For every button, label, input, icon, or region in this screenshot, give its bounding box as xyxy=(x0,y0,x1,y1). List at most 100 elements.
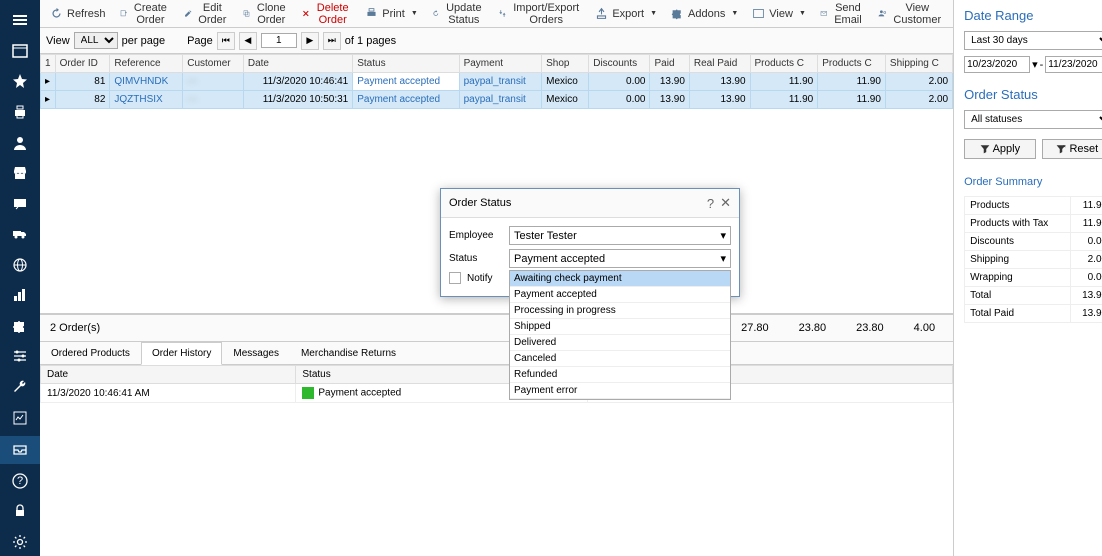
col-expand[interactable]: 1 xyxy=(41,55,56,73)
print-icon[interactable] xyxy=(0,98,40,127)
grid-footer: 2 Order(s) 0.0027.8027.8023.8023.804.00 xyxy=(40,314,953,342)
chart-icon[interactable] xyxy=(0,281,40,310)
status-filter-select[interactable]: All statuses xyxy=(964,110,1102,129)
apply-button[interactable]: Apply xyxy=(964,139,1036,159)
col-payment[interactable]: Payment xyxy=(459,55,542,73)
chart2-icon[interactable] xyxy=(0,403,40,432)
truck-icon[interactable] xyxy=(0,220,40,249)
summary-row: Products11.90 xyxy=(965,197,1102,215)
status-option[interactable]: Awaiting check payment xyxy=(510,271,730,287)
table-row[interactable]: ▸81QIMVHNDK—11/3/2020 10:46:41Payment ac… xyxy=(41,73,953,91)
modal-close-icon[interactable]: ✕ xyxy=(720,195,731,211)
star-icon[interactable] xyxy=(0,67,40,96)
status-option[interactable]: Refunded xyxy=(510,367,730,383)
main: Refresh Create Order Edit Order Clone Or… xyxy=(40,0,953,556)
svg-text:?: ? xyxy=(17,475,23,487)
col-discounts[interactable]: Discounts xyxy=(589,55,650,73)
print-button[interactable]: Print▼ xyxy=(359,4,424,23)
col-reference[interactable]: Reference xyxy=(110,55,183,73)
history-grid: Date Status Employee 11/3/2020 10:46:41 … xyxy=(40,365,953,556)
edit-order-button[interactable]: Edit Order xyxy=(178,0,235,29)
next-page-button[interactable]: ▶ xyxy=(301,32,319,50)
puzzle-icon[interactable] xyxy=(0,312,40,341)
inbox-icon[interactable] xyxy=(0,436,40,465)
grid-header-row: 1 Order ID Reference Customer Date Statu… xyxy=(41,55,953,73)
first-page-button[interactable]: ⏮ xyxy=(217,32,235,50)
status-option[interactable]: Payment accepted xyxy=(510,287,730,303)
view-customer-button[interactable]: View Customer xyxy=(872,0,949,29)
prev-page-button[interactable]: ◀ xyxy=(239,32,257,50)
wrench-icon[interactable] xyxy=(0,373,40,402)
sliders-icon[interactable] xyxy=(0,342,40,371)
summary-row: Total Paid13.90 xyxy=(965,305,1102,323)
person-icon[interactable] xyxy=(0,128,40,157)
summary-row: Discounts0.00 xyxy=(965,233,1102,251)
summary-row: Total13.90 xyxy=(965,287,1102,305)
refresh-button[interactable]: Refresh xyxy=(44,4,112,23)
view-button[interactable]: View▼ xyxy=(746,4,812,23)
send-email-button[interactable]: Send Email xyxy=(814,0,871,29)
tab-order-history[interactable]: Order History xyxy=(141,342,222,365)
right-panel: Date Range Last 30 days ▾ - ▾ Order Stat… xyxy=(953,0,1102,556)
gear-icon[interactable] xyxy=(0,528,40,556)
summary-table: Products11.90Products with Tax11.90Disco… xyxy=(964,196,1102,323)
col-products-c2[interactable]: Products C xyxy=(818,55,886,73)
of-pages: of 1 pages xyxy=(345,35,396,47)
status-option[interactable]: Delivered xyxy=(510,335,730,351)
col-paid[interactable]: Paid xyxy=(650,55,689,73)
page-input[interactable] xyxy=(261,33,297,48)
col-customer[interactable]: Customer xyxy=(183,55,244,73)
summary-row: Products with Tax11.90 xyxy=(965,215,1102,233)
shop-icon[interactable] xyxy=(0,159,40,188)
col-shop[interactable]: Shop xyxy=(542,55,589,73)
status-option[interactable]: Payment error xyxy=(510,383,730,399)
order-status-title: Order Status xyxy=(964,87,1102,102)
col-products-c1[interactable]: Products C xyxy=(750,55,818,73)
notify-checkbox[interactable] xyxy=(449,272,461,284)
date-range-select[interactable]: Last 30 days xyxy=(964,31,1102,50)
export-button[interactable]: Export▼ xyxy=(589,4,663,23)
toolbar: Refresh Create Order Edit Order Clone Or… xyxy=(40,0,953,28)
import-export-button[interactable]: Import/Export Orders xyxy=(492,0,587,29)
col-date[interactable]: Date xyxy=(243,55,352,73)
view-select[interactable]: ALL xyxy=(74,32,118,49)
status-select[interactable]: Payment accepted▾ xyxy=(509,249,731,268)
delete-order-button[interactable]: Delete Order xyxy=(296,0,357,29)
globe-icon[interactable] xyxy=(0,251,40,280)
col-order-id[interactable]: Order ID xyxy=(55,55,110,73)
update-status-button[interactable]: Update Status xyxy=(426,0,490,29)
status-option[interactable]: Canceled xyxy=(510,351,730,367)
status-option[interactable]: Shipped xyxy=(510,319,730,335)
modal-title: Order Status xyxy=(449,197,511,209)
menu-icon[interactable] xyxy=(0,6,40,35)
col-shipping[interactable]: Shipping C xyxy=(885,55,952,73)
per-page-label: per page xyxy=(122,35,165,47)
status-option[interactable]: Processing in progress xyxy=(510,303,730,319)
summary-row: Shipping2.00 xyxy=(965,251,1102,269)
history-col-date[interactable]: Date xyxy=(41,366,296,384)
create-order-button[interactable]: Create Order xyxy=(114,0,176,29)
clone-order-button[interactable]: Clone Order xyxy=(237,0,295,29)
lock-icon[interactable] xyxy=(0,497,40,526)
status-label: Status xyxy=(449,253,503,264)
last-page-button[interactable]: ⏭ xyxy=(323,32,341,50)
employee-select[interactable]: Tester Tester▾ xyxy=(509,226,731,245)
table-row[interactable]: ▸82JQZTHSIX—11/3/2020 10:50:31Payment ac… xyxy=(41,91,953,109)
message-icon[interactable] xyxy=(0,189,40,218)
history-row[interactable]: 11/3/2020 10:46:41 AMPayment accepted xyxy=(41,384,953,403)
tab-ordered-products[interactable]: Ordered Products xyxy=(40,342,141,364)
tab-merchandise-returns[interactable]: Merchandise Returns xyxy=(290,342,407,364)
summary-title: Order Summary⟳ xyxy=(964,175,1102,188)
col-real-paid[interactable]: Real Paid xyxy=(689,55,750,73)
date-from-input[interactable] xyxy=(964,56,1030,73)
col-status[interactable]: Status xyxy=(353,55,459,73)
tab-messages[interactable]: Messages xyxy=(222,342,290,364)
addons-button[interactable]: Addons▼ xyxy=(665,4,744,23)
window-icon[interactable] xyxy=(0,37,40,66)
date-to-input[interactable] xyxy=(1045,56,1102,73)
reset-button[interactable]: Reset xyxy=(1042,139,1102,159)
sidebar: ? xyxy=(0,0,40,556)
detail-tabs: Ordered Products Order History Messages … xyxy=(40,342,953,365)
modal-help-icon[interactable]: ? xyxy=(707,196,714,211)
help-icon[interactable]: ? xyxy=(0,466,40,495)
